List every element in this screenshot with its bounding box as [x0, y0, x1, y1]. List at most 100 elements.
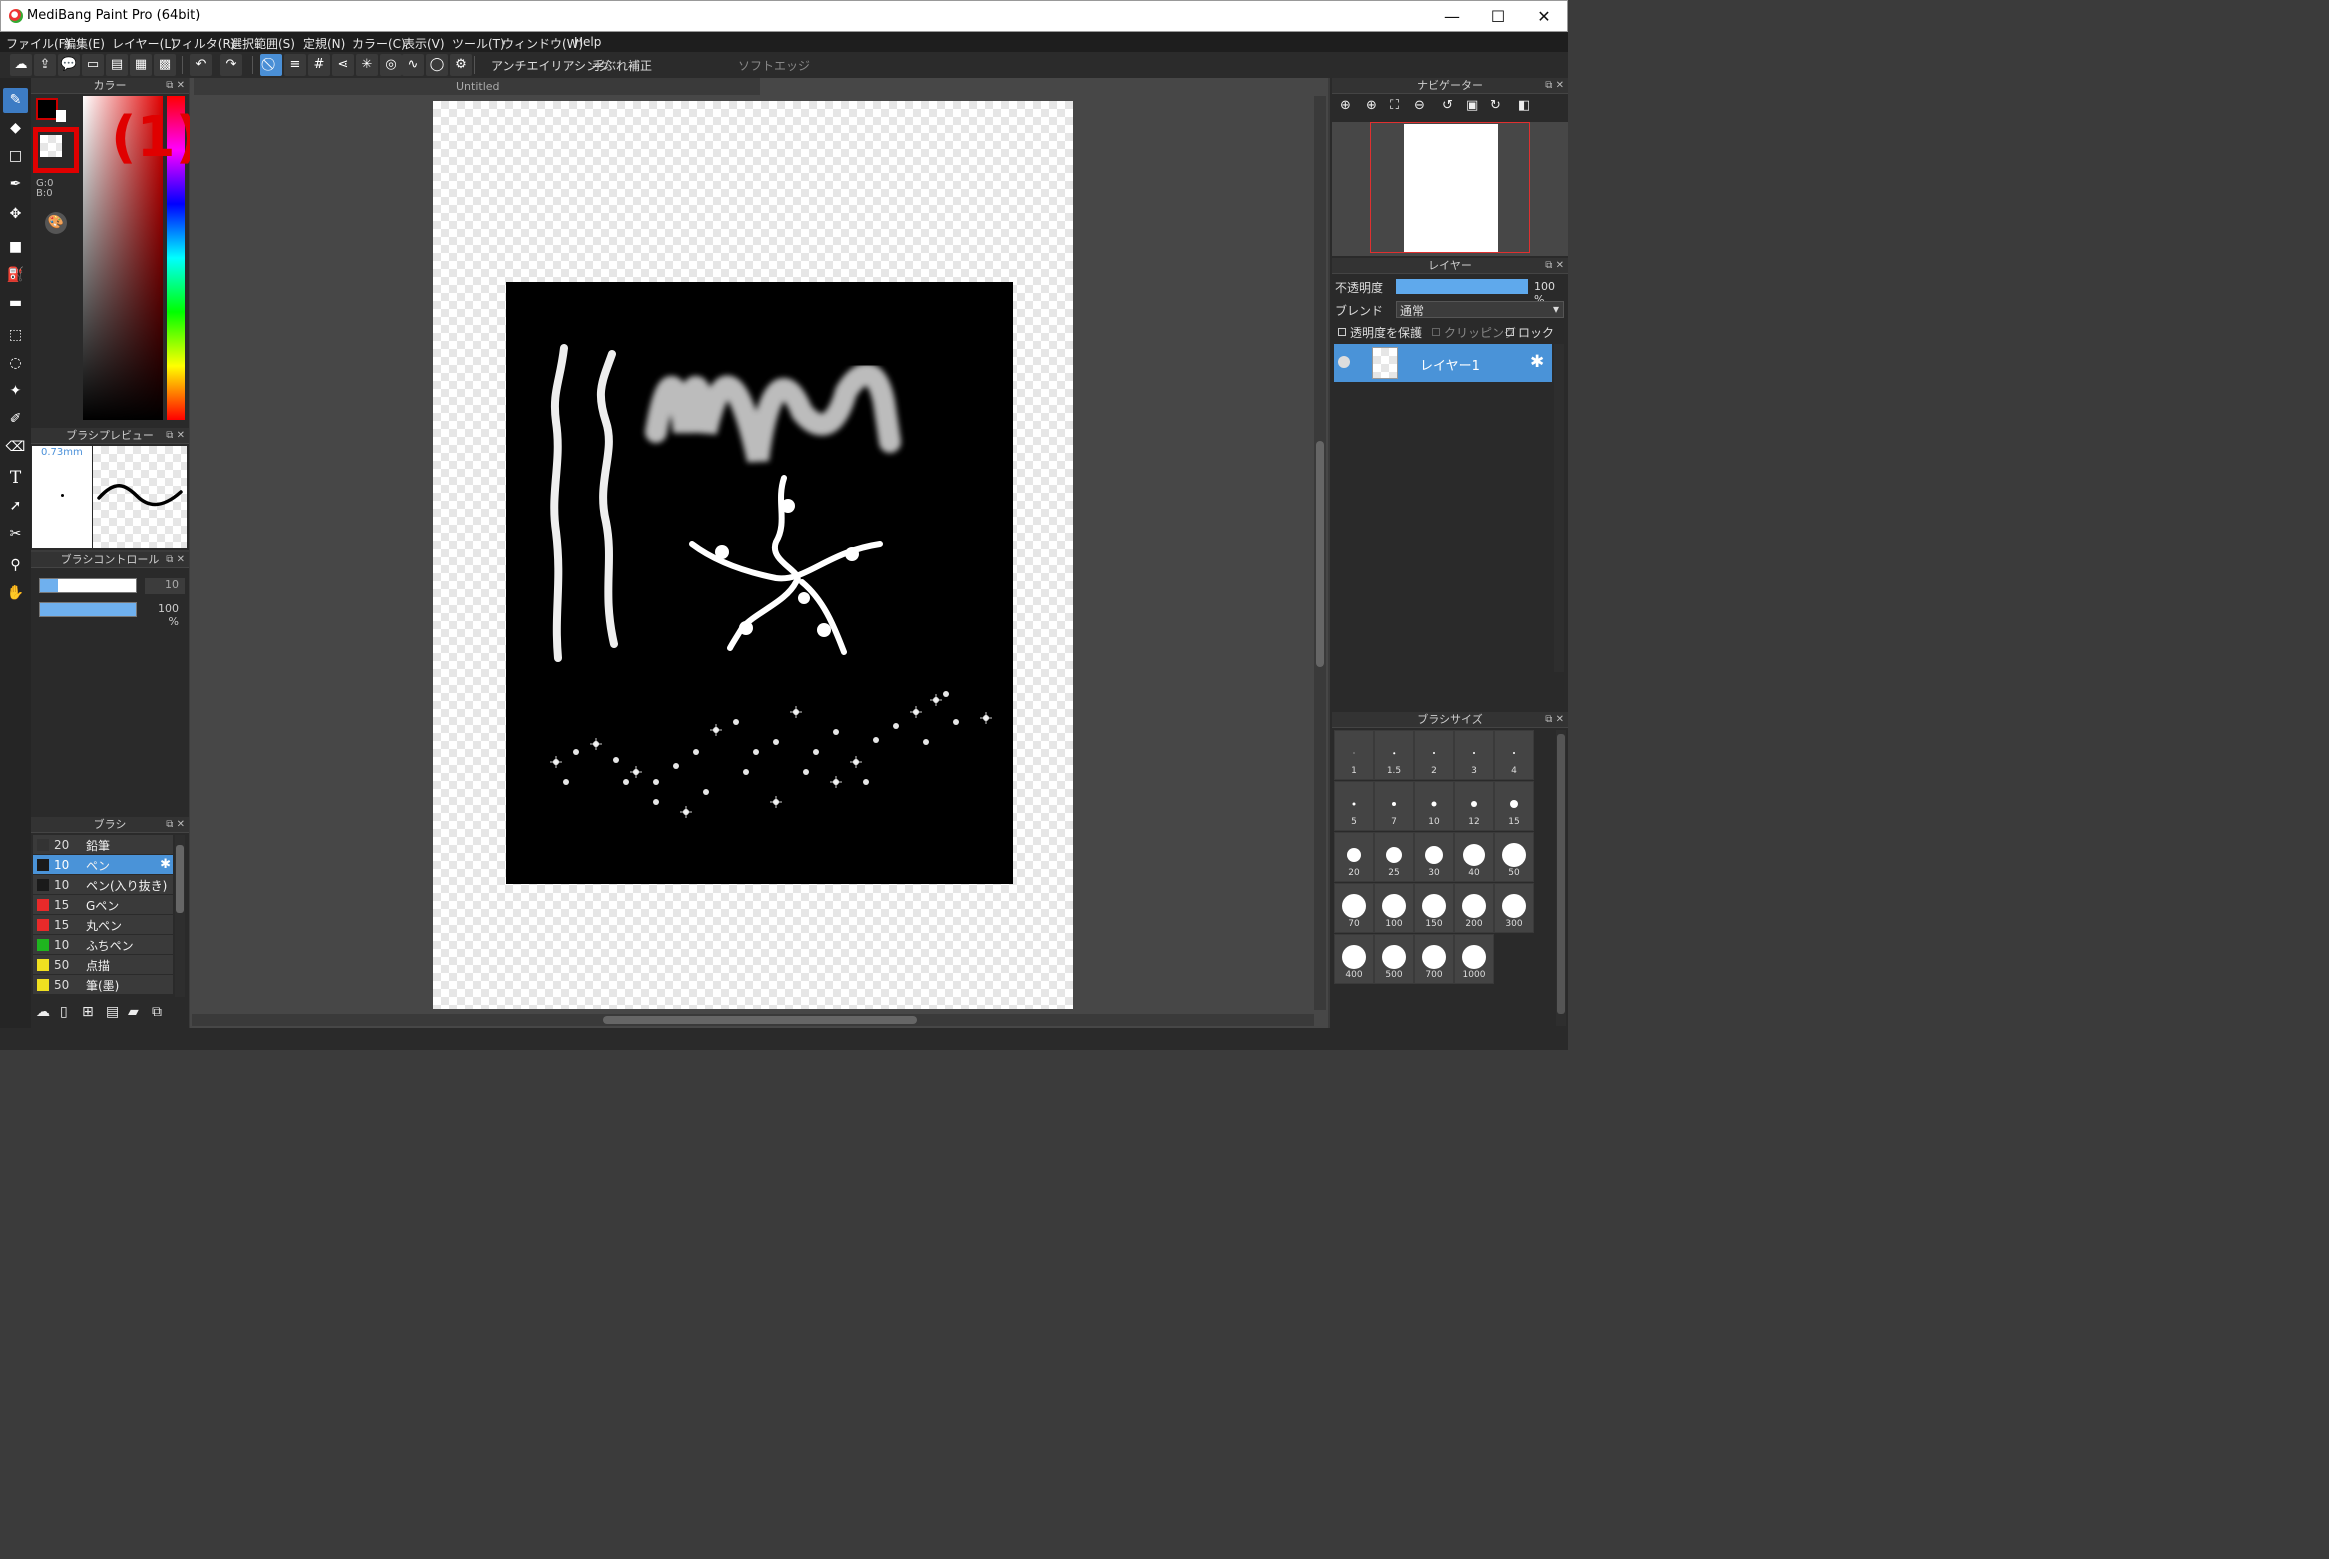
text-tool-icon[interactable]: T	[3, 466, 28, 491]
brush-size-cell[interactable]: 10	[1414, 781, 1454, 831]
upload-icon[interactable]: ⇪	[34, 54, 56, 76]
cloud-icon[interactable]: ☁	[10, 54, 32, 76]
snap-radial-icon[interactable]: ✳	[356, 54, 378, 76]
page-icon[interactable]: ▤	[106, 54, 128, 76]
visibility-eye-icon[interactable]	[1338, 356, 1350, 368]
brush-item[interactable]: 20 鉛筆	[33, 835, 173, 855]
lock-checkbox[interactable]	[1506, 328, 1514, 336]
rotate-right-icon[interactable]: ↻	[1490, 98, 1501, 113]
brush-size-cell[interactable]: 3	[1454, 730, 1494, 780]
brush-size-cell[interactable]: 1.5	[1374, 730, 1414, 780]
clipping-checkbox[interactable]	[1432, 328, 1440, 336]
panel-close-icon[interactable]: ⧉ ✕	[166, 78, 185, 93]
brush-size-scrollbar[interactable]	[1556, 730, 1566, 1026]
panel-layout-icon[interactable]: ▦	[130, 54, 152, 76]
layer-opacity-slider[interactable]	[1396, 279, 1528, 294]
brush-size-value[interactable]: 10	[145, 578, 185, 594]
brush-size-cell[interactable]: 20	[1334, 832, 1374, 882]
menu-selection[interactable]: 選択範囲(S)	[230, 35, 295, 52]
pen-tool-icon[interactable]: ✒	[3, 172, 28, 197]
flip-icon[interactable]: ◧	[1518, 98, 1530, 113]
gear-icon[interactable]: ✱	[1530, 352, 1544, 372]
brush-size-cell[interactable]: 400	[1334, 934, 1374, 984]
protect-alpha-checkbox[interactable]	[1338, 328, 1346, 336]
brush-size-cell[interactable]: 500	[1374, 934, 1414, 984]
comic-frame-icon[interactable]: ▩	[154, 54, 176, 76]
brush-item[interactable]: 15 Gペン	[33, 895, 173, 915]
brush-size-cell[interactable]: 100	[1374, 883, 1414, 933]
brush-size-cell[interactable]: 40	[1454, 832, 1494, 882]
eraser-tool-icon[interactable]: ◆	[3, 116, 28, 141]
select-eraser-tool-icon[interactable]: ⌫	[3, 435, 28, 460]
brush-size-cell[interactable]: 1	[1334, 730, 1374, 780]
select-rect-tool-icon[interactable]: ⬚	[3, 323, 28, 348]
brush-list-scrollbar[interactable]	[175, 835, 185, 997]
brush-opacity-slider[interactable]	[39, 602, 137, 617]
brush-size-cell[interactable]: 50	[1494, 832, 1534, 882]
gear-icon[interactable]: ✱	[160, 857, 171, 872]
brush-item[interactable]: 10 ペン ✱	[33, 855, 173, 875]
brush-size-cell[interactable]: 5	[1334, 781, 1374, 831]
brush-size-cell[interactable]: 7	[1374, 781, 1414, 831]
maximize-button[interactable]: ☐	[1475, 1, 1521, 32]
snap-parallel-icon[interactable]: ≡	[284, 54, 306, 76]
operation-tool-icon[interactable]: ➚	[3, 494, 28, 519]
brush-size-cell[interactable]: 150	[1414, 883, 1454, 933]
brush-size-cell[interactable]: 12	[1454, 781, 1494, 831]
navigator-preview[interactable]	[1332, 122, 1568, 256]
layer-scrollbar[interactable]	[1554, 344, 1564, 672]
foreground-color-swatch[interactable]	[36, 98, 58, 120]
duplicate-icon[interactable]: ⧉	[152, 1004, 162, 1020]
add-cloud-brush-icon[interactable]: ☁	[36, 1004, 50, 1020]
menu-view[interactable]: 表示(V)	[403, 35, 445, 52]
undo-icon[interactable]: ↶	[190, 54, 212, 76]
brush-item[interactable]: 10 ペン(入り抜き)	[33, 875, 173, 895]
fit-window-icon[interactable]: ▣	[1466, 98, 1478, 113]
folder-icon[interactable]: ▰	[128, 1004, 139, 1020]
brush-size-cell[interactable]: 2	[1414, 730, 1454, 780]
snap-settings-icon[interactable]: ⚙	[450, 54, 472, 76]
snap-ellipse-icon[interactable]: ◯	[426, 54, 448, 76]
brush-size-cell[interactable]: 300	[1494, 883, 1534, 933]
brush-item[interactable]: 10 ふちペン	[33, 935, 173, 955]
move-tool-icon[interactable]: ✥	[3, 202, 28, 227]
rotate-left-icon[interactable]: ↺	[1442, 98, 1453, 113]
menu-filter[interactable]: フィルタ(R)	[170, 35, 235, 52]
menu-window[interactable]: ウィンドウ(W)	[502, 35, 583, 52]
brush-size-cell[interactable]: 15	[1494, 781, 1534, 831]
brush-item[interactable]: 50 筆(墨)	[33, 975, 173, 995]
gradient-tool-icon[interactable]: ▬	[3, 291, 28, 316]
layer-row[interactable]: レイヤー1 ✱	[1334, 344, 1552, 382]
menu-help[interactable]: Help	[574, 35, 601, 49]
minimize-button[interactable]: —	[1429, 1, 1475, 32]
brush-opacity-value[interactable]: 100 %	[145, 602, 185, 628]
divide-tool-icon[interactable]: ✂	[3, 522, 28, 547]
magic-wand-tool-icon[interactable]: ✦	[3, 379, 28, 404]
comment-icon[interactable]: ▭	[82, 54, 104, 76]
menu-color[interactable]: カラー(C)	[352, 35, 406, 52]
brush-size-cell[interactable]: 4	[1494, 730, 1534, 780]
brush-size-cell[interactable]: 25	[1374, 832, 1414, 882]
close-button[interactable]: ✕	[1521, 1, 1567, 32]
bucket-tool-icon[interactable]: ⛽	[3, 263, 28, 288]
menu-ruler[interactable]: 定規(N)	[303, 35, 345, 52]
select-pen-tool-icon[interactable]: ✐	[3, 407, 28, 432]
eyedropper-tool-icon[interactable]: ⚲	[3, 553, 28, 578]
vertical-scrollbar[interactable]	[1314, 96, 1326, 1010]
blend-mode-select[interactable]: 通常 ▾	[1396, 301, 1564, 318]
brush-size-cell[interactable]: 1000	[1454, 934, 1494, 984]
dot-tool-icon[interactable]: □	[3, 144, 28, 169]
snap-off-icon[interactable]: ⃠	[260, 54, 282, 76]
palette-icon[interactable]: 🎨	[45, 212, 67, 234]
zoom-out-icon[interactable]: ⊖	[1414, 98, 1425, 113]
snap-perspective-icon[interactable]: ⋖	[332, 54, 354, 76]
brush-item[interactable]: 15 丸ペン	[33, 915, 173, 935]
brush-tool-icon[interactable]: ✎	[3, 88, 28, 113]
brush-size-slider[interactable]	[39, 578, 137, 593]
background-color-swatch[interactable]	[56, 110, 66, 122]
add-brush-icon[interactable]: ⊞	[82, 1004, 94, 1020]
brush-size-cell[interactable]: 700	[1414, 934, 1454, 984]
canvas-tab[interactable]: Untitled	[194, 78, 760, 95]
brush-size-cell[interactable]: 70	[1334, 883, 1374, 933]
zoom-icon[interactable]: ⊕	[1340, 98, 1351, 113]
